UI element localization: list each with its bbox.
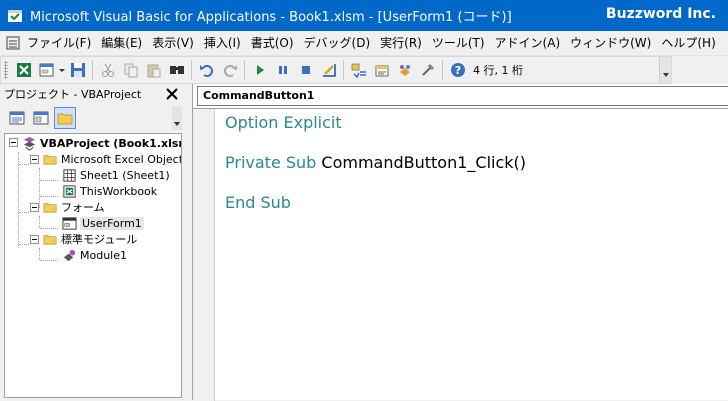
menu-tools[interactable]: ツール(T) (427, 32, 490, 54)
tree-line (40, 260, 58, 261)
save-icon[interactable] (66, 59, 89, 81)
project-explorer: プロジェクト - VBAProject VBAProject (Book1.xl… (0, 84, 184, 400)
properties-window-icon[interactable] (370, 59, 393, 81)
toolbar-options-icon[interactable] (659, 57, 671, 83)
project-tree: VBAProject (Book1.xlsm) Microsoft Excel … (4, 133, 182, 398)
pane-toolbar-options-icon[interactable] (172, 106, 182, 130)
code-keyword: End Sub (225, 193, 291, 212)
menu-help[interactable]: ヘルプ(H) (656, 32, 720, 54)
collapse-excel-objects-icon[interactable] (30, 155, 39, 164)
insert-userform-icon[interactable] (35, 59, 58, 81)
title-bar: Microsoft Visual Basic for Applications … (0, 0, 728, 31)
project-explorer-header: プロジェクト - VBAProject (0, 84, 184, 104)
folder-open-icon (42, 231, 58, 247)
toolbox-icon[interactable] (416, 59, 439, 81)
view-code-icon[interactable] (6, 107, 28, 129)
menu-format[interactable]: 書式(O) (246, 32, 299, 54)
svg-text:?: ? (454, 64, 460, 77)
break-icon[interactable] (271, 59, 294, 81)
toolbar-separator (191, 60, 192, 80)
object-browser-icon[interactable] (393, 59, 416, 81)
workbook-icon (61, 183, 77, 199)
code-line-3[interactable]: Private Sub CommandButton1_Click() (225, 153, 526, 172)
tree-node-vbaproject[interactable]: VBAProject (Book1.xlsm) (21, 135, 181, 151)
tree-line (39, 248, 40, 260)
menu-window[interactable]: ウィンドウ(W) (565, 32, 656, 54)
dropdown-arrow-icon[interactable] (58, 59, 66, 81)
menu-file[interactable]: ファイル(F) (22, 32, 96, 54)
toolbar-separator (442, 60, 443, 80)
object-dropdown[interactable]: CommandButton1 (197, 86, 728, 106)
menu-edit[interactable]: 編集(E) (96, 32, 147, 54)
vba-app-icon (8, 9, 22, 22)
folder-open-icon (42, 151, 58, 167)
worksheet-icon (61, 167, 77, 183)
toolbar-separator (343, 60, 344, 80)
folder-open-icon (42, 199, 58, 215)
toolbar-separator (92, 60, 93, 80)
redo-icon[interactable] (218, 59, 241, 81)
tree-line (19, 212, 29, 213)
cut-icon[interactable] (96, 59, 119, 81)
project-explorer-toolbar (0, 104, 184, 131)
run-icon[interactable] (248, 59, 271, 81)
reset-icon[interactable] (294, 59, 317, 81)
toolbar-grip[interactable] (4, 61, 8, 79)
code-identifier: CommandButton1_Click() (321, 153, 527, 172)
view-object-icon[interactable] (30, 107, 52, 129)
tree-node-thisworkbook[interactable]: ThisWorkbook (61, 183, 157, 199)
tree-line (40, 196, 58, 197)
menu-view[interactable]: 表示(V) (147, 32, 199, 54)
help-icon[interactable]: ? (446, 59, 469, 81)
menu-insert[interactable]: 挿入(I) (199, 32, 246, 54)
tree-line (18, 152, 19, 248)
tree-node-sheet1[interactable]: Sheet1 (Sheet1) (61, 167, 170, 183)
margin-indicator-bar[interactable] (193, 109, 215, 401)
collapse-modules-icon[interactable] (30, 235, 39, 244)
code-line-1[interactable]: Option Explicit (225, 113, 342, 132)
collapse-forms-icon[interactable] (30, 203, 39, 212)
undo-icon[interactable] (195, 59, 218, 81)
vba-project-icon (21, 135, 37, 151)
collapse-root-icon[interactable] (9, 138, 18, 147)
tree-node-module1[interactable]: Module1 (61, 247, 127, 263)
menu-bar: ファイル(F) 編集(E) 表示(V) 挿入(I) 書式(O) デバッグ(D) … (0, 31, 728, 56)
design-mode-icon[interactable] (317, 59, 340, 81)
menu-run[interactable]: 実行(R) (375, 32, 427, 54)
code-editor[interactable]: Option Explicit Private Sub CommandButto… (193, 108, 728, 401)
menu-grip-icon (6, 35, 20, 51)
close-icon[interactable] (163, 85, 181, 103)
find-icon[interactable] (165, 59, 188, 81)
menu-debug[interactable]: デバッグ(D) (299, 32, 376, 54)
tree-line (40, 180, 58, 181)
code-line-5[interactable]: End Sub (225, 193, 291, 212)
tree-node-userform1[interactable]: UserForm1 (61, 215, 144, 231)
tree-line (40, 228, 58, 229)
module-icon (61, 247, 77, 263)
tree-line (39, 216, 40, 228)
standard-toolbar: ? 4 行, 1 桁 (0, 56, 672, 84)
tree-node-forms[interactable]: フォーム (42, 199, 105, 215)
code-keyword: Option Explicit (225, 113, 342, 132)
cursor-position: 4 行, 1 桁 (473, 64, 523, 77)
copy-icon[interactable] (119, 59, 142, 81)
menu-addins[interactable]: アドイン(A) (490, 32, 566, 54)
code-keyword: Private Sub (225, 153, 322, 172)
project-explorer-icon[interactable] (347, 59, 370, 81)
tree-line (39, 168, 40, 208)
toggle-folders-icon[interactable] (54, 106, 76, 129)
view-excel-icon[interactable] (12, 59, 35, 81)
paste-icon[interactable] (142, 59, 165, 81)
tree-node-excel-objects[interactable]: Microsoft Excel Objects (42, 151, 181, 167)
userform-icon (61, 215, 77, 231)
project-explorer-title: プロジェクト - VBAProject (4, 88, 142, 101)
tree-line (19, 244, 29, 245)
window-title: Microsoft Visual Basic for Applications … (30, 10, 512, 25)
tree-line (19, 164, 29, 165)
tree-node-modules[interactable]: 標準モジュール (42, 231, 137, 247)
toolbar-separator (244, 60, 245, 80)
watermark: Buzzword Inc. (605, 6, 716, 22)
code-window: CommandButton1 Option Explicit Private S… (192, 84, 728, 401)
